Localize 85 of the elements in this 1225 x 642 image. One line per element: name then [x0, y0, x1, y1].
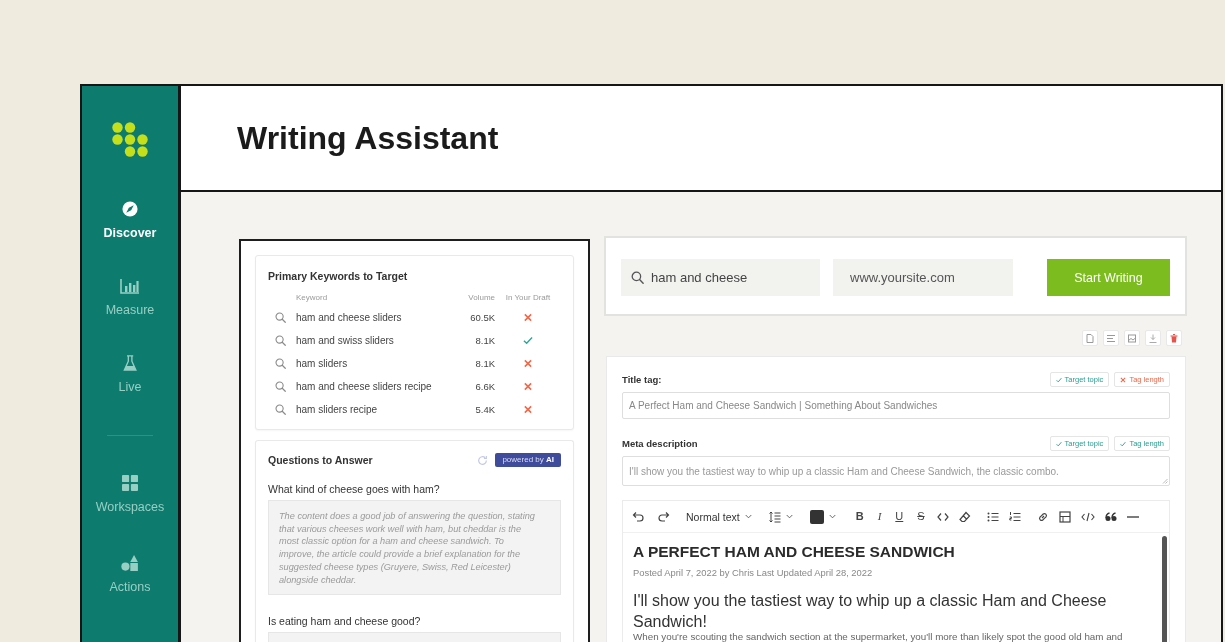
article-intro: I'll show you the tastiest way to whip up a classic Ham and Cheese Sandwich!: [633, 591, 1108, 632]
format-button[interactable]: S: [915, 510, 927, 523]
volume-text: 8.1K: [474, 335, 495, 346]
cross-icon: [1120, 376, 1127, 383]
keyword-text: ham sliders recipe: [296, 404, 379, 415]
answer-box: The content does a good job of answering the question, stating that various cheeses work well with ham, but cheddar is the most classic option for a ham and cheese sandwich. To improve, the article could provide a brief explanation for the suggested cheese types (Gruyere, Swiss, Red Leicester) alongside cheddar.: [268, 500, 561, 596]
sidebar-item[interactable]: Actions: [109, 555, 151, 594]
search-icon[interactable]: [275, 381, 286, 392]
column-header: Keyword: [296, 292, 329, 302]
column-header: Volume: [467, 292, 495, 302]
redo-icon[interactable]: [658, 510, 670, 523]
logo-icon: [112, 122, 148, 157]
sidebar-item[interactable]: Live: [118, 355, 142, 394]
search-icon: [631, 271, 644, 284]
volume-text: 8.1K: [474, 358, 495, 369]
image-icon: [1128, 333, 1136, 343]
format-button[interactable]: U: [893, 510, 906, 523]
resize-grip-icon[interactable]: [1162, 478, 1168, 484]
ai-tag: powered by AI: [495, 453, 561, 467]
flask-icon: [122, 355, 138, 371]
text-style-dropdown[interactable]: Normal text: [686, 510, 752, 523]
section-title: Primary Keywords to Target: [268, 269, 409, 283]
check-icon: [1055, 376, 1062, 383]
column-header: In Your Draft: [504, 292, 552, 302]
article-heading: A PERFECT HAM AND CHEESE SANDWICH: [633, 543, 956, 561]
layout-icon[interactable]: [1058, 510, 1071, 523]
article-byline: Posted April 7, 2022 by Chris Last Updated April 28, 2022: [633, 567, 874, 579]
undo-icon[interactable]: [632, 510, 644, 523]
bar-chart-icon: [120, 278, 140, 294]
question-text: What kind of cheese goes with ham?: [268, 483, 441, 496]
field-label: Title tag:: [622, 374, 663, 385]
grid-icon: [122, 475, 138, 491]
trash-icon: [1170, 333, 1178, 343]
keyword-text: ham and cheese sliders: [296, 312, 403, 323]
text-button[interactable]: [1103, 330, 1119, 346]
search-icon[interactable]: [275, 404, 286, 415]
volume-text: 60.5K: [469, 312, 495, 323]
keyword-text: ham sliders: [296, 358, 349, 369]
volume-text: 6.6K: [474, 381, 495, 392]
scrollbar[interactable]: [1162, 536, 1167, 642]
image-button[interactable]: [1124, 330, 1140, 346]
color-swatch-icon: [809, 509, 824, 524]
title-tag-field[interactable]: A Perfect Ham and Cheese Sandwich | Something About Sandwiches: [622, 392, 1170, 419]
link-icon[interactable]: [1036, 510, 1049, 523]
format-button[interactable]: I: [875, 510, 884, 523]
download-button[interactable]: [1145, 330, 1161, 346]
keyword-text: ham and swiss sliders: [296, 335, 395, 346]
meta-description-field[interactable]: I'll show you the tastiest way to whip up a classic Ham and Cheese Sandwich, the classic combo.: [622, 456, 1170, 486]
compass-icon: [122, 201, 138, 217]
page-title: Writing Assistant: [237, 119, 499, 157]
check-icon: [1120, 440, 1127, 447]
volume-text: 5.4K: [474, 404, 495, 415]
search-field[interactable]: ham and cheese: [621, 259, 820, 296]
sidebar-item[interactable]: Workspaces: [95, 475, 165, 514]
quote-icon[interactable]: [1104, 510, 1117, 523]
lines-icon: [1107, 333, 1115, 343]
search-icon[interactable]: [275, 358, 286, 369]
section-title: Questions to Answer: [268, 453, 374, 467]
chevron-down-icon: [744, 514, 752, 519]
search-icon[interactable]: [275, 335, 286, 346]
numbered-list-icon[interactable]: [1008, 510, 1021, 523]
code-icon[interactable]: [936, 510, 949, 523]
document-icon: [1086, 333, 1094, 343]
sidebar-item[interactable]: Discover: [103, 201, 157, 240]
embed-code-icon[interactable]: [1080, 510, 1095, 523]
document-button[interactable]: [1082, 330, 1098, 346]
article-body: When you're scouting the sandwich section at the supermarket, you'll more than likely spot the good old ham and: [633, 632, 1124, 642]
keyword-text: ham and cheese sliders recipe: [296, 381, 433, 392]
chevron-down-icon: [828, 514, 836, 519]
eraser-icon[interactable]: [958, 510, 971, 523]
delete-button[interactable]: [1166, 330, 1182, 346]
format-button[interactable]: B: [853, 510, 866, 523]
question-text: Is eating ham and cheese good?: [268, 615, 422, 629]
field-label: Meta description: [622, 438, 699, 449]
chevron-down-icon: [785, 514, 793, 519]
download-icon: [1149, 333, 1157, 343]
line-spacing-dropdown[interactable]: [768, 510, 793, 523]
check-icon: [1055, 440, 1062, 447]
url-field[interactable]: www.yoursite.com: [833, 259, 1013, 296]
search-icon[interactable]: [275, 312, 286, 323]
line-spacing-icon: [768, 510, 781, 523]
sidebar-item[interactable]: Measure: [105, 278, 155, 317]
text-color-dropdown[interactable]: [809, 509, 836, 524]
bullet-list-icon[interactable]: [986, 510, 999, 523]
shapes-icon: [121, 555, 139, 571]
